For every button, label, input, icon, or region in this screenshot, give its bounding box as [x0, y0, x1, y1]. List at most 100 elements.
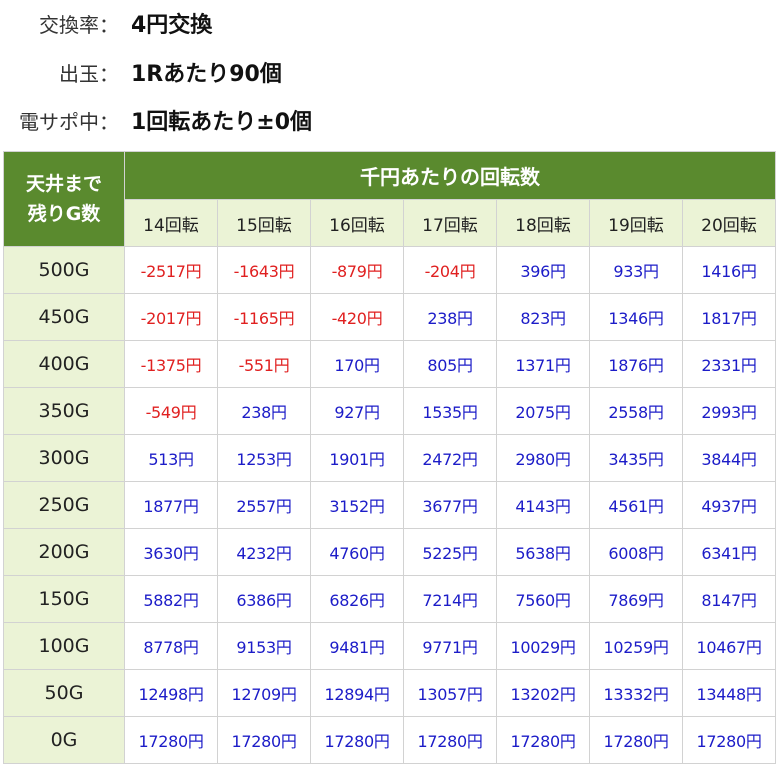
row-header: 200G [3, 528, 125, 576]
table-cell: 1416円 [682, 246, 776, 294]
table-cell: 17280円 [124, 716, 218, 764]
table-cell: 13332円 [589, 669, 683, 717]
table-cell: 2472円 [403, 434, 497, 482]
table-cell: 17280円 [496, 716, 590, 764]
expected-value-table: 天井まで 残りG数 千円あたりの回転数 14回転 15回転 16回転 17回転 18回転… [3, 151, 776, 764]
table-cell: -1165円 [217, 293, 311, 341]
table-cell: 933円 [589, 246, 683, 294]
table-cell: 927円 [310, 387, 404, 435]
table-cell: 2558円 [589, 387, 683, 435]
table-cell: 1346円 [589, 293, 683, 341]
table-cell: 2993円 [682, 387, 776, 435]
table-row: 50G 12498円 12709円 12894円 13057円 13202円 13332円 1… [3, 669, 776, 717]
table-cell: 10467円 [682, 622, 776, 670]
row-header: 0G [3, 716, 125, 764]
exchange-rate-value: 4円交換 [131, 13, 213, 38]
column-header: 18回転 [496, 199, 590, 247]
row-header: 500G [3, 246, 125, 294]
table-cell: 2331円 [682, 340, 776, 388]
table-row: 300G 513円 1253円 1901円 2472円 2980円 3435円 3844円 [3, 434, 776, 482]
row-header: 50G [3, 669, 125, 717]
table-cell: 7214円 [403, 575, 497, 623]
column-header: 20回転 [682, 199, 776, 247]
row-header: 450G [3, 293, 125, 341]
table-cell: 17280円 [589, 716, 683, 764]
table-cell: 6386円 [217, 575, 311, 623]
table-cell: 2075円 [496, 387, 590, 435]
table-cell: 12894円 [310, 669, 404, 717]
table-cell: 7560円 [496, 575, 590, 623]
table-cell: 12709円 [217, 669, 311, 717]
table-cell: 1876円 [589, 340, 683, 388]
table-cell: 513円 [124, 434, 218, 482]
remaining-games-header: 天井まで 残りG数 [3, 151, 125, 247]
table-cell: 823円 [496, 293, 590, 341]
table-cell: 1253円 [217, 434, 311, 482]
table-row: 400G -1375円 -551円 170円 805円 1371円 1876円 2331円 [3, 340, 776, 388]
table-cell: 17280円 [682, 716, 776, 764]
table-cell: 17280円 [310, 716, 404, 764]
table-cell: 4937円 [682, 481, 776, 529]
table-cell: 8147円 [682, 575, 776, 623]
table-cell: 8778円 [124, 622, 218, 670]
table-cell: 3677円 [403, 481, 497, 529]
table-row: 450G -2017円 -1165円 -420円 238円 823円 1346円 1817円 [3, 293, 776, 341]
column-header: 14回転 [124, 199, 218, 247]
row-header: 400G [3, 340, 125, 388]
table-cell: 9481円 [310, 622, 404, 670]
table-cell: 3152円 [310, 481, 404, 529]
row-header: 100G [3, 622, 125, 670]
table-cell: 1817円 [682, 293, 776, 341]
table-cell: 3435円 [589, 434, 683, 482]
table-cell: -204円 [403, 246, 497, 294]
table-cell: 1371円 [496, 340, 590, 388]
support-row: 電サポ中： 1回転あたり±0個 [0, 100, 777, 140]
column-header: 19回転 [589, 199, 683, 247]
payout-row: 出玉： 1Rあたり90個 [0, 52, 777, 92]
table-cell: -551円 [217, 340, 311, 388]
table-row: 150G 5882円 6386円 6826円 7214円 7560円 7869円 8147円 [3, 575, 776, 623]
column-header: 16回転 [310, 199, 404, 247]
table-cell: 6341円 [682, 528, 776, 576]
payout-label: 出玉： [59, 62, 119, 86]
table-cell: 12498円 [124, 669, 218, 717]
table-row: 250G 1877円 2557円 3152円 3677円 4143円 4561円 4937円 [3, 481, 776, 529]
exchange-rate-row: 交換率： 4円交換 [0, 3, 777, 43]
row-header: 350G [3, 387, 125, 435]
table-row: 500G -2517円 -1643円 -879円 -204円 396円 933円 1416円 [3, 246, 776, 294]
row-header: 250G [3, 481, 125, 529]
row-header: 300G [3, 434, 125, 482]
table-cell: 4143円 [496, 481, 590, 529]
table-cell: 10259円 [589, 622, 683, 670]
table-cell: 238円 [403, 293, 497, 341]
table-cell: 9771円 [403, 622, 497, 670]
table-cell: 1535円 [403, 387, 497, 435]
table-cell: -1643円 [217, 246, 311, 294]
table-cell: 396円 [496, 246, 590, 294]
table-cell: 9153円 [217, 622, 311, 670]
table-cell: 6008円 [589, 528, 683, 576]
table-cell: 1877円 [124, 481, 218, 529]
corner-line-1: 天井まで [25, 173, 102, 195]
table-cell: 5638円 [496, 528, 590, 576]
table-cell: -879円 [310, 246, 404, 294]
table-cell: 6826円 [310, 575, 404, 623]
table-cell: 4760円 [310, 528, 404, 576]
table-cell: 5225円 [403, 528, 497, 576]
table-cell: 238円 [217, 387, 311, 435]
table-cell: 170円 [310, 340, 404, 388]
table-cell: -420円 [310, 293, 404, 341]
table-cell: 17280円 [403, 716, 497, 764]
table-cell: 5882円 [124, 575, 218, 623]
table-cell: 2980円 [496, 434, 590, 482]
table-cell: 805円 [403, 340, 497, 388]
table-row: 100G 8778円 9153円 9481円 9771円 10029円 10259円 1046… [3, 622, 776, 670]
table-cell: 3844円 [682, 434, 776, 482]
table-cell: 13202円 [496, 669, 590, 717]
table-row: 0G 17280円 17280円 17280円 17280円 17280円 17280円 17… [3, 716, 776, 764]
exchange-rate-label: 交換率： [39, 13, 119, 37]
table-cell: 13057円 [403, 669, 497, 717]
table-cell: 3630円 [124, 528, 218, 576]
row-header: 150G [3, 575, 125, 623]
table-cell: 7869円 [589, 575, 683, 623]
